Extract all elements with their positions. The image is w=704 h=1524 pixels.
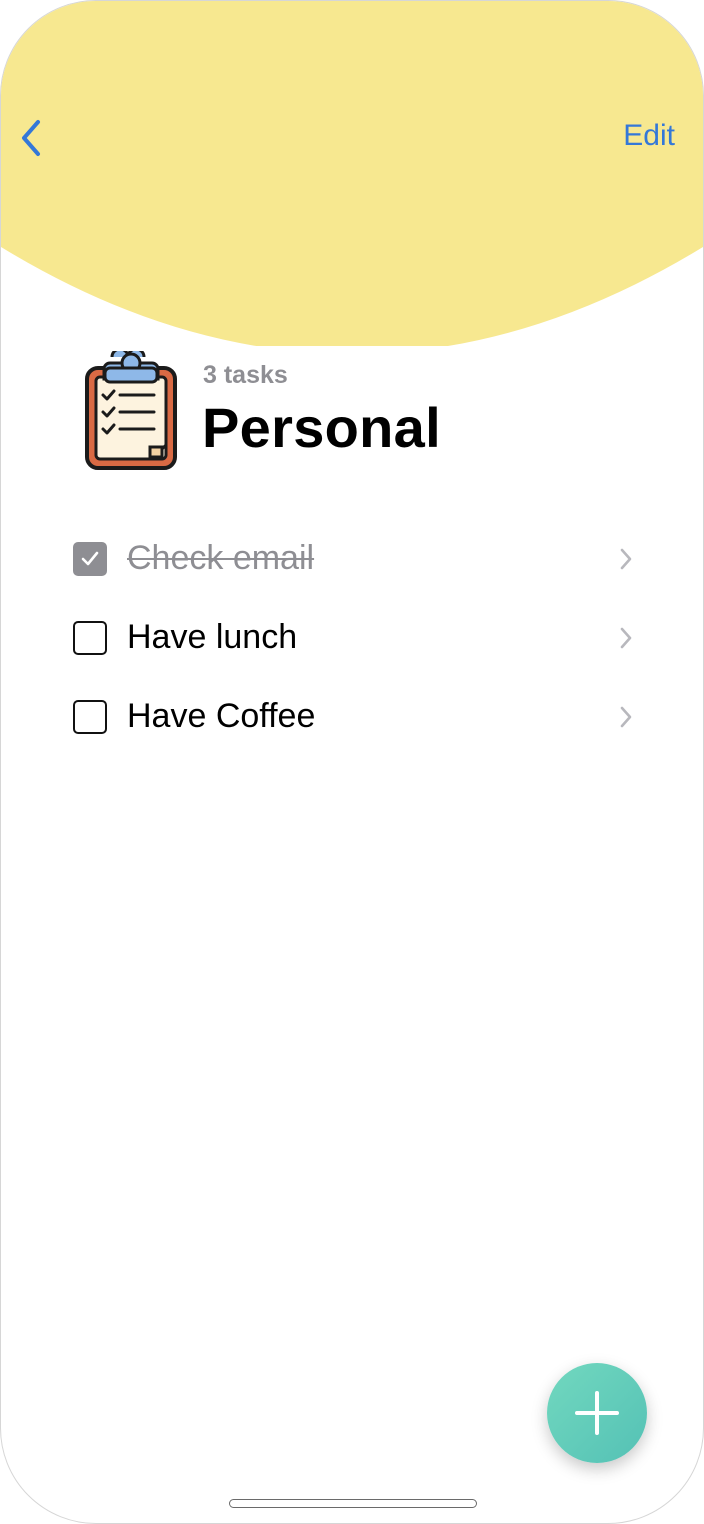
chevron-right-icon [620, 627, 632, 648]
edit-button[interactable]: Edit [623, 119, 675, 153]
task-row[interactable]: Check email [71, 519, 641, 598]
header-background [1, 1, 703, 346]
clipboard-checklist-icon [85, 351, 177, 470]
add-task-button[interactable] [547, 1363, 647, 1463]
chevron-left-icon [22, 120, 40, 156]
chevron-right-icon [620, 706, 632, 727]
plus-icon [575, 1391, 619, 1435]
task-row[interactable]: Have Coffee [71, 677, 641, 756]
task-list: Check email Have lunch Have Coffee [71, 519, 641, 756]
app-screen: Edit 3 tasks Personal Check email Have l… [0, 0, 704, 1524]
task-label: Have lunch [127, 618, 298, 656]
back-button[interactable] [9, 113, 53, 163]
task-count: 3 tasks [203, 361, 288, 389]
checkmark-icon [81, 551, 99, 565]
task-label: Have Coffee [127, 697, 316, 735]
task-checkbox-checked[interactable] [73, 541, 107, 576]
home-indicator[interactable] [229, 1499, 477, 1508]
task-checkbox[interactable] [73, 620, 107, 655]
task-checkbox[interactable] [73, 699, 107, 734]
list-title: Personal [202, 396, 441, 459]
chevron-right-icon [620, 548, 632, 569]
task-label: Check email [127, 539, 315, 577]
task-row[interactable]: Have lunch [71, 598, 641, 677]
